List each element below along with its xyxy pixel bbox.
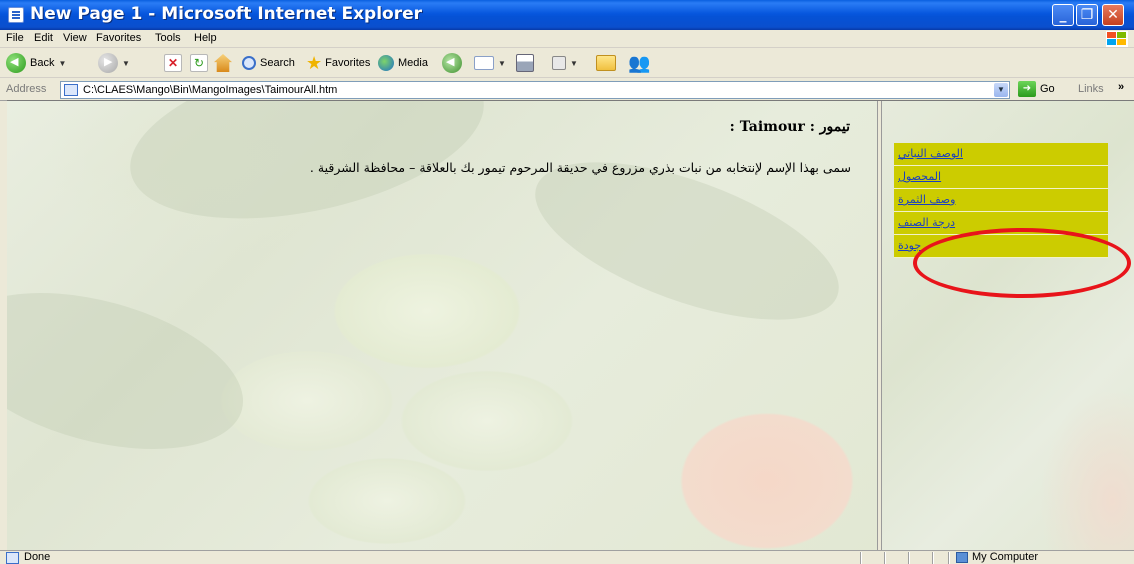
nav-link-yield[interactable]: المحصول xyxy=(898,166,941,188)
history-button[interactable] xyxy=(442,52,462,74)
printer-icon xyxy=(516,54,534,72)
ie-page-icon xyxy=(8,7,24,23)
nav-item-fruit: وصف الثمرة xyxy=(894,189,1108,212)
links-label[interactable]: Links xyxy=(1078,83,1104,95)
chevron-down-icon[interactable]: ▼ xyxy=(994,83,1008,97)
star-icon: ★ xyxy=(306,52,323,73)
home-button[interactable] xyxy=(214,52,232,74)
standard-toolbar: Back ▼ ▼ ✕ ↻ Search ★ Favorites Media xyxy=(0,48,1134,78)
minimize-button[interactable]: _ xyxy=(1052,4,1074,26)
forward-button[interactable]: ▼ xyxy=(98,52,130,74)
nav-frame: الوصف النباتي المحصول وصف الثمرة درجة ال… xyxy=(882,101,1134,551)
forward-arrow-icon xyxy=(98,53,118,73)
chevron-down-icon: ▼ xyxy=(570,58,578,68)
media-button[interactable]: Media xyxy=(378,52,428,74)
status-bar: Done My Computer xyxy=(0,550,1134,564)
refresh-icon: ↻ xyxy=(190,54,208,72)
status-separator xyxy=(948,552,950,564)
ie-window: New Page 1 - Microsoft Internet Explorer… xyxy=(0,0,1134,564)
page-done-icon xyxy=(6,552,19,564)
computer-icon xyxy=(956,552,968,563)
go-label: Go xyxy=(1040,83,1055,95)
discuss-button[interactable] xyxy=(596,52,616,74)
menu-edit[interactable]: Edit xyxy=(34,32,53,44)
page-description: سمى بهذا الإسم لإنتخابه من نبات بذري مزر… xyxy=(309,160,851,175)
history-icon xyxy=(442,53,462,73)
menu-bar: File Edit View Favorites Tools Help xyxy=(0,30,1134,48)
edit-icon xyxy=(552,56,566,70)
address-url: C:\CLAES\Mango\Bin\MangoImages\TaimourAl… xyxy=(83,84,338,96)
folder-icon xyxy=(596,55,616,71)
messenger-icon: 👥 xyxy=(628,52,651,73)
links-chevron-icon[interactable]: » xyxy=(1118,81,1124,93)
back-arrow-icon xyxy=(6,53,26,73)
chevron-down-icon: ▼ xyxy=(498,58,506,68)
edit-button[interactable]: ▼ xyxy=(552,52,578,74)
search-icon xyxy=(242,56,256,70)
nav-item-yield: المحصول xyxy=(894,166,1108,189)
nav-item-botanical: الوصف النباتي xyxy=(894,143,1108,166)
highlight-annotation xyxy=(913,228,1131,298)
chevron-down-icon: ▼ xyxy=(58,58,67,68)
status-separator xyxy=(908,552,910,564)
messenger-button[interactable]: 👥 xyxy=(628,52,650,74)
nav-link-botanical[interactable]: الوصف النباتي xyxy=(898,143,963,165)
media-icon xyxy=(378,55,394,71)
favorites-button[interactable]: ★ Favorites xyxy=(306,52,370,74)
status-text: Done xyxy=(24,551,51,563)
search-label: Search xyxy=(260,57,295,69)
status-separator xyxy=(884,552,886,564)
print-button[interactable] xyxy=(516,52,534,74)
mail-button[interactable]: ▼ xyxy=(474,52,506,74)
main-frame[interactable]: تيمور : Taimour : سمى بهذا الإسم لإنتخاب… xyxy=(7,101,877,551)
address-input[interactable]: C:\CLAES\Mango\Bin\MangoImages\TaimourAl… xyxy=(60,81,1010,99)
browser-content: تيمور : Taimour : سمى بهذا الإسم لإنتخاب… xyxy=(7,100,1134,551)
back-label: Back xyxy=(30,57,55,69)
stop-icon: ✕ xyxy=(164,54,182,72)
menu-file[interactable]: File xyxy=(6,32,24,44)
mail-icon xyxy=(474,56,494,70)
go-arrow-icon: ➜ xyxy=(1018,81,1036,97)
background-leaf xyxy=(7,264,261,478)
maximize-button[interactable]: ❐ xyxy=(1076,4,1098,26)
favorites-label: Favorites xyxy=(325,57,371,69)
nav-link-grade[interactable]: درجة الصنف xyxy=(898,212,955,234)
menu-view[interactable]: View xyxy=(63,32,87,44)
stop-button[interactable]: ✕ xyxy=(164,52,182,74)
page-heading: تيمور : Taimour : xyxy=(729,119,850,135)
menu-favorites[interactable]: Favorites xyxy=(96,32,141,44)
go-button[interactable]: ➜ Go xyxy=(1018,81,1055,97)
title-bar: New Page 1 - Microsoft Internet Explorer… xyxy=(0,0,1134,30)
address-bar: Address C:\CLAES\Mango\Bin\MangoImages\T… xyxy=(0,79,1134,101)
menu-help[interactable]: Help xyxy=(194,32,217,44)
home-icon xyxy=(214,54,232,72)
status-separator xyxy=(860,552,862,564)
chevron-down-icon: ▼ xyxy=(122,58,130,68)
media-label: Media xyxy=(398,57,428,69)
status-separator xyxy=(932,552,934,564)
security-zone: My Computer xyxy=(972,551,1039,563)
page-icon xyxy=(64,84,78,96)
search-button[interactable]: Search xyxy=(242,52,295,74)
address-label: Address xyxy=(6,83,47,95)
window-title: New Page 1 - Microsoft Internet Explorer xyxy=(30,4,423,24)
nav-link-fruit[interactable]: وصف الثمرة xyxy=(898,189,955,211)
windows-logo-icon xyxy=(1106,31,1128,47)
refresh-button[interactable]: ↻ xyxy=(190,52,208,74)
close-button[interactable]: ✕ xyxy=(1102,4,1124,26)
back-button[interactable]: Back ▼ xyxy=(6,52,66,74)
menu-tools[interactable]: Tools xyxy=(155,32,181,44)
